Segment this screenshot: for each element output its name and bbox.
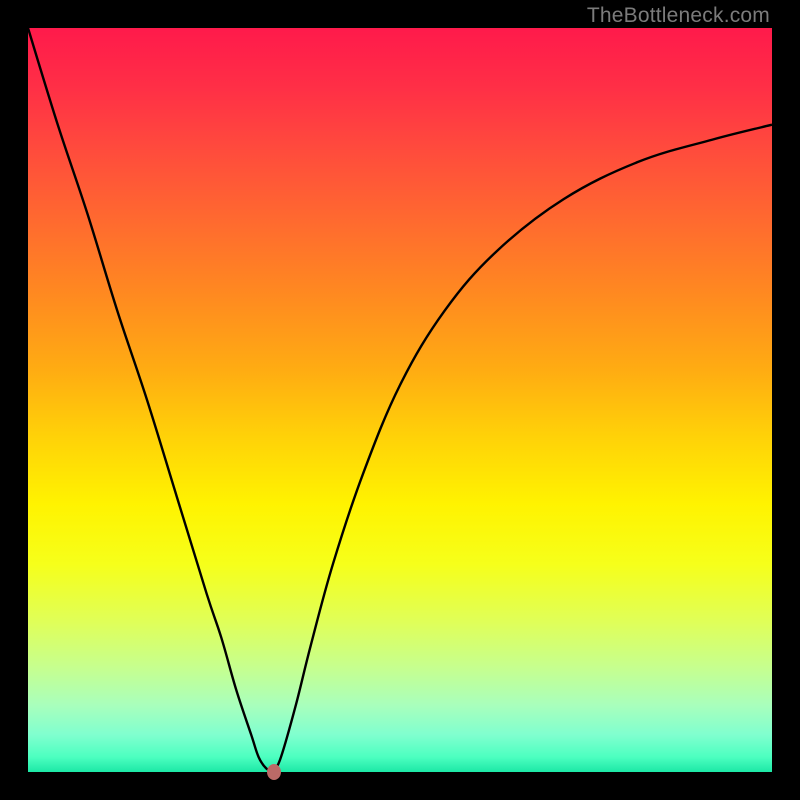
curve-minimum-marker: [267, 764, 281, 780]
curve-left-branch: [28, 28, 274, 772]
watermark-text: TheBottleneck.com: [587, 4, 770, 28]
chart-frame: TheBottleneck.com: [0, 0, 800, 800]
bottleneck-curve: [28, 28, 772, 772]
curve-right-branch: [274, 125, 772, 772]
plot-area: [28, 28, 772, 772]
